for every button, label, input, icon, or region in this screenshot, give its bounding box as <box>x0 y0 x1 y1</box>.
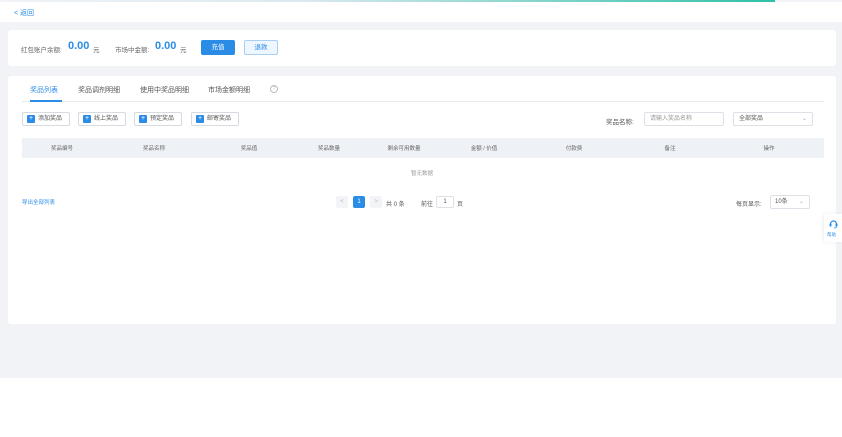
tab-prize-list[interactable]: 奖品列表 <box>30 85 58 95</box>
recharge-button[interactable]: 充值 <box>201 40 235 55</box>
market-amount-unit: 元 <box>180 47 187 54</box>
column-header: 奖品编号 <box>50 146 74 152</box>
tab-bar: 奖品列表 奖品调剂明细 使用中奖品明细 市场金额明细 ? <box>22 84 824 102</box>
market-amount-value: 0.00 <box>155 40 177 52</box>
prev-page-button[interactable]: < <box>336 196 348 208</box>
redpacket-balance-label: 红包账户余额: <box>21 47 62 54</box>
export-all-link[interactable]: 导出全部列表 <box>22 198 55 206</box>
plus-icon: + <box>83 115 91 123</box>
column-header: 付款费 <box>565 146 583 152</box>
back-link[interactable]: < 返回 <box>14 8 34 18</box>
chevron-down-icon: ⌄ <box>801 116 807 122</box>
redpacket-balance-unit: 元 <box>93 47 100 54</box>
goto-unit: 页 <box>457 202 464 208</box>
plus-icon: + <box>27 115 35 123</box>
chevron-down-icon: ⌄ <box>798 199 804 205</box>
column-header: 金额 / 价值 <box>470 146 498 152</box>
page-size-value: 10条 <box>775 199 788 205</box>
reserve-prize-button[interactable]: + 预定奖品 <box>134 112 182 126</box>
goto-label: 前往 <box>421 202 434 208</box>
page-size-select[interactable]: 10条 ⌄ <box>770 195 810 209</box>
page-number-button[interactable]: 1 <box>353 196 365 208</box>
support-widget-label: 帮助 <box>827 232 836 237</box>
plus-icon: + <box>139 115 147 123</box>
add-prize-button[interactable]: + 添加奖品 <box>22 112 70 126</box>
goto-page-input[interactable]: 1 <box>436 196 454 208</box>
table-header: 奖品编号 奖品名称 奖品值 奖品数量 剩余可用数量 金额 / 价值 付款费 备注… <box>22 138 824 158</box>
prize-name-filter-label: 奖品名称: <box>606 119 634 126</box>
column-header: 备注 <box>664 146 676 152</box>
tab-market-amount[interactable]: 市场金额明细 <box>208 85 250 95</box>
next-page-button[interactable]: > <box>370 196 382 208</box>
active-tab-indicator <box>30 100 62 102</box>
column-header: 奖品值 <box>240 146 258 152</box>
empty-table-message: 暂无数据 <box>411 171 434 177</box>
page-size-label: 每页显示: <box>736 202 762 208</box>
market-amount-label: 市场中金额: <box>115 47 150 54</box>
prize-type-select[interactable]: 全部奖品 ⌄ <box>733 112 813 126</box>
total-count: 共 0 条 <box>386 202 405 208</box>
prize-name-search-input[interactable]: 请输入奖品名称 <box>644 112 724 126</box>
prize-type-select-value: 全部奖品 <box>739 116 764 122</box>
column-header: 奖品数量 <box>317 146 341 152</box>
online-prize-button[interactable]: + 线上奖品 <box>78 112 126 126</box>
column-header: 剩余可用数量 <box>387 146 421 152</box>
top-bar: < 返回 <box>0 2 842 22</box>
add-prize-label: 添加奖品 <box>38 116 63 122</box>
redpacket-balance-value: 0.00 <box>68 40 90 52</box>
help-circle-icon[interactable]: ? <box>270 85 278 93</box>
mail-prize-label: 邮寄奖品 <box>207 116 232 122</box>
prize-panel: 奖品列表 奖品调剂明细 使用中奖品明细 市场金额明细 ? + 添加奖品 + 线上… <box>8 76 836 324</box>
column-header: 操作 <box>763 146 775 152</box>
column-header: 奖品名称 <box>142 146 166 152</box>
online-prize-label: 线上奖品 <box>94 116 119 122</box>
withdraw-button[interactable]: 退款 <box>244 40 278 55</box>
plus-icon: + <box>196 115 204 123</box>
tab-prize-in-use[interactable]: 使用中奖品明细 <box>140 85 189 95</box>
reserve-prize-label: 预定奖品 <box>150 116 175 122</box>
support-icon <box>829 220 838 229</box>
mail-prize-button[interactable]: + 邮寄奖品 <box>191 112 239 126</box>
support-widget[interactable]: 帮助 <box>824 214 842 242</box>
balance-card: 红包账户余额: 0.00 元 市场中金额: 0.00 元 充值 退款 <box>8 30 836 66</box>
tab-prize-adjustment[interactable]: 奖品调剂明细 <box>78 85 120 95</box>
